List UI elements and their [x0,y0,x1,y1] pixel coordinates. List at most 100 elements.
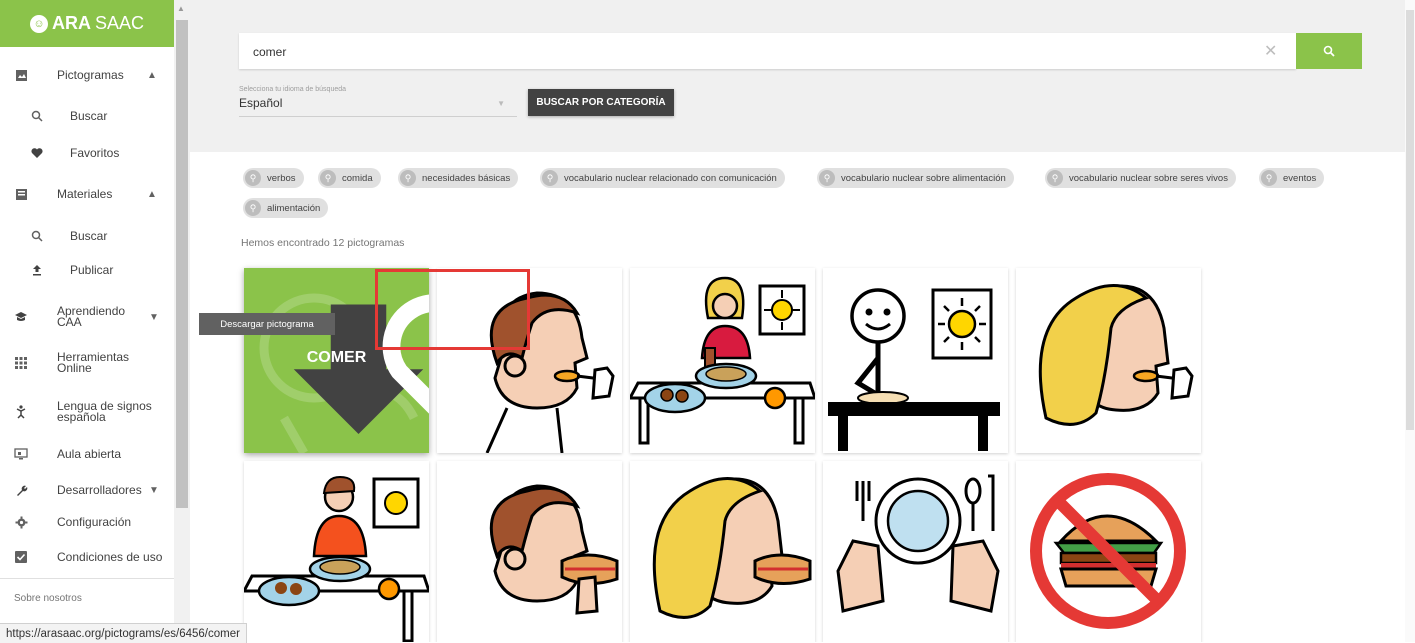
sidebar-item-label: Pictogramas [57,67,124,82]
sidebar-item-label: Buscar [70,228,108,243]
chip-vocab-alimentacion[interactable]: ⚲ vocabulario nuclear sobre alimentación [817,168,1014,188]
sidebar-item-label: Aula abierta [57,446,122,461]
chip-label: necesidades básicas [422,172,511,184]
search-icon: ⚲ [1047,170,1063,186]
pictogram-card-5[interactable] [1016,268,1201,453]
download-icon[interactable] [266,286,424,434]
search-icon: ⚲ [1261,170,1277,186]
chip-verbos[interactable]: ⚲ verbos [243,168,304,188]
chip-vocab-seres-vivos[interactable]: ⚲ vocabulario nuclear sobre seres vivos [1045,168,1236,188]
chip-vocab-comunicacion[interactable]: ⚲ vocabulario nuclear relacionado con com… [540,168,785,188]
arasaac-logo[interactable]: ☺ ARA SAAC [0,0,174,47]
sidebar-item-label: Condiciones de uso [57,549,163,564]
language-select[interactable]: Español ▼ [239,96,517,117]
sidebar-item-label: Lengua de signos española [57,399,152,424]
resize-corner-icon [411,435,425,449]
logo-icon: ☺ [29,14,48,33]
logo-text-saac: SAAC [94,13,145,33]
page-scrollbar[interactable] [1405,0,1415,642]
download-tooltip: Descargar pictograma [199,313,335,335]
sidebar-item-condiciones-de-uso[interactable]: Condiciones de uso [0,549,174,565]
chip-comida[interactable]: ⚲ comida [318,168,381,188]
pictogram-boy-eating-table [244,475,429,642]
upload-icon [30,263,44,277]
sidebar-item-label: Buscar [70,108,108,123]
sidebar-item-publicar[interactable]: Publicar [0,262,174,278]
wrench-icon [14,483,28,497]
pictogram-girl-eating-sandwich [652,477,812,619]
pictogram-boy-eating-sandwich [489,484,619,615]
chip-label: alimentación [267,202,321,214]
image-icon [14,68,28,82]
chip-label: vocabulario nuclear sobre seres vivos [1069,172,1228,184]
sidebar-item-configuracion[interactable]: Configuración [0,514,174,530]
sidebar-item-sobre-nosotros[interactable]: Sobre nosotros [14,593,82,604]
logo-text-ara: ARA [51,13,91,33]
sidebar-item-herramientas-online[interactable]: Herramientas Online [0,351,174,375]
sidebar-item-label: Aprendiendo CAA [57,304,126,329]
pictogram-card-3[interactable] [630,268,815,453]
sidebar-item-label: Herramientas Online [57,350,130,375]
pictogram-card-10[interactable] [1016,461,1201,642]
search-icon [30,229,44,243]
sidebar-divider [0,578,174,579]
pictogram-girl-eating-table [630,276,815,445]
search-icon: ⚲ [320,170,336,186]
sidebar-item-lengua-de-signos[interactable]: Lengua de signos española [0,400,174,424]
search-icon [30,109,44,123]
sidebar-item-label: Publicar [70,262,114,277]
pictogram-plate-cutlery [836,474,1000,613]
result-count: Hemos encontrado 12 pictogramas [241,237,405,249]
chip-eventos[interactable]: ⚲ eventos [1259,168,1325,188]
pictogram-card-8[interactable] [630,461,815,642]
highlight-rectangle [375,269,530,350]
sidebar-scrollbar-thumb[interactable] [176,20,188,508]
pictogram-card-9[interactable] [823,461,1008,642]
sidebar-item-label: Desarrolladores [57,482,142,497]
status-bar-url: https://arasaac.org/pictograms/es/6456/c… [0,623,247,643]
classroom-icon [14,447,28,461]
search-icon [1323,45,1335,57]
pictogram-card-4[interactable] [823,268,1008,453]
chip-necesidades-basicas[interactable]: ⚲ necesidades básicas [398,168,519,188]
language-label: Selecciona tu idioma de búsqueda [239,86,347,93]
search-input[interactable] [251,42,1235,62]
sign-language-icon [14,405,28,419]
sidebar-scrollbar[interactable]: ▲ [174,0,190,642]
close-icon[interactable]: ✕ [1264,41,1277,61]
pictogram-card-6[interactable] [244,461,429,642]
sidebar-item-materiales[interactable]: Materiales ▲ [0,186,174,202]
search-icon: ⚲ [245,200,261,216]
book-icon [14,187,28,201]
pictogram-girl-eating-spoon [1038,284,1194,426]
school-icon [14,310,28,324]
language-value: Español [239,96,283,110]
chip-alimentacion[interactable]: ⚲ alimentación [243,198,329,218]
sidebar-item-aprendiendo-caa[interactable]: Aprendiendo CAA ▼ [0,305,174,329]
pictogram-card-7[interactable] [437,461,622,642]
sidebar-item-label: Materiales [57,186,113,201]
sidebar-item-buscar-materiales[interactable]: Buscar [0,228,174,244]
search-icon: ⚲ [819,170,835,186]
pictogram-no-burger [1030,473,1186,629]
search-button[interactable] [1296,33,1362,69]
sidebar-item-desarrolladores[interactable]: Desarrolladores ▼ [0,482,174,498]
category-search-button[interactable]: BUSCAR POR CATEGORÍA [528,89,674,116]
chevron-up-icon: ▲ [147,69,157,81]
sidebar-item-favoritos[interactable]: Favoritos [0,145,174,161]
sidebar-item-label: Favoritos [70,145,120,160]
checkbox-icon [14,550,28,564]
chip-label: comida [342,172,373,184]
sidebar-item-buscar-pictogramas[interactable]: Buscar [0,108,174,124]
apps-icon [14,356,28,370]
sidebar-item-aula-abierta[interactable]: Aula abierta [0,446,174,462]
scroll-up-icon[interactable]: ▲ [177,4,185,13]
main-content: ✕ Selecciona tu idioma de búsqueda Españ… [190,0,1415,642]
chip-label: vocabulario nuclear relacionado con comu… [564,172,777,184]
sidebar-item-pictogramas[interactable]: Pictogramas ▲ [0,67,174,83]
page-scrollbar-thumb[interactable] [1406,10,1414,430]
chip-label: vocabulario nuclear sobre alimentación [841,172,1006,184]
pictogram-stick-figure-eating [828,288,1000,451]
gear-icon [14,515,28,529]
chevron-down-icon: ▼ [149,484,159,496]
